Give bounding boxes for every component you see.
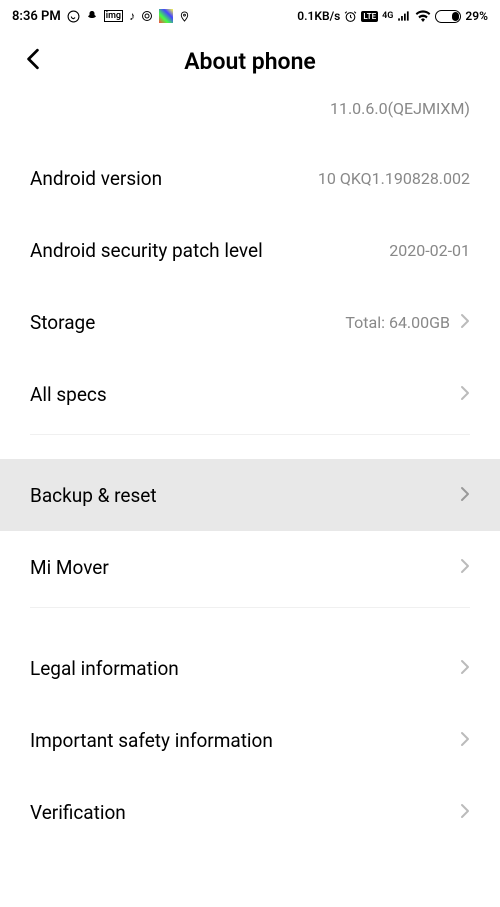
item-value: 2020-02-01	[389, 241, 470, 260]
chevron-right-icon	[460, 310, 470, 334]
backup-reset-item[interactable]: Backup & reset	[0, 459, 500, 531]
item-label: Important safety information	[30, 729, 273, 752]
data-speed: 0.1KB/s	[297, 9, 340, 23]
miui-version-subtitle: 11.0.6.0(QEJMIXM)	[0, 99, 500, 142]
battery-percent: 29%	[465, 9, 488, 23]
location-icon	[179, 10, 190, 23]
item-label: Backup & reset	[30, 484, 157, 507]
whatsapp-icon	[67, 10, 80, 23]
storage-item[interactable]: Storage Total: 64.00GB	[0, 286, 500, 358]
volte-icon: LTE	[361, 11, 378, 22]
item-value: Total: 64.00GB	[345, 313, 450, 332]
android-version-item[interactable]: Android version 10 QKQ1.190828.002	[0, 142, 500, 214]
img-icon: img	[104, 10, 123, 22]
item-label: Verification	[30, 801, 126, 824]
item-label: Mi Mover	[30, 556, 109, 579]
status-time: 8:36 PM	[12, 9, 61, 24]
item-right: Total: 64.00GB	[345, 310, 470, 334]
divider	[30, 607, 470, 608]
all-specs-item[interactable]: All specs	[0, 358, 500, 430]
signal-icon	[397, 10, 411, 22]
item-label: Legal information	[30, 657, 179, 680]
4g-icon: 4G	[382, 11, 393, 21]
alarm-icon	[344, 10, 357, 23]
item-label: Android version	[30, 167, 162, 190]
status-bar: 8:36 PM img ♪ 0.1KB/s LTE 4G 29%	[0, 0, 500, 32]
page-title: About phone	[20, 48, 480, 75]
verification-item[interactable]: Verification	[0, 776, 500, 848]
mi-mover-item[interactable]: Mi Mover	[0, 531, 500, 603]
legal-information-item[interactable]: Legal information	[0, 632, 500, 704]
app-icon	[159, 9, 173, 23]
back-button[interactable]	[24, 47, 42, 77]
divider	[30, 434, 470, 435]
snapchat-icon	[86, 10, 98, 22]
status-bar-left: 8:36 PM img ♪	[12, 9, 190, 24]
chevron-right-icon	[460, 656, 470, 680]
item-label: All specs	[30, 383, 107, 406]
security-patch-item[interactable]: Android security patch level 2020-02-01	[0, 214, 500, 286]
safety-information-item[interactable]: Important safety information	[0, 704, 500, 776]
chevron-right-icon	[460, 555, 470, 579]
item-value: 10 QKQ1.190828.002	[318, 169, 470, 188]
battery-icon	[435, 10, 461, 23]
chevron-right-icon	[460, 728, 470, 752]
item-label: Android security patch level	[30, 239, 263, 262]
chevron-right-icon	[460, 483, 470, 507]
wifi-icon	[415, 10, 431, 22]
music-icon: ♪	[129, 9, 135, 23]
chevron-right-icon	[460, 800, 470, 824]
chevron-right-icon	[460, 382, 470, 406]
status-bar-right: 0.1KB/s LTE 4G 29%	[297, 9, 488, 23]
item-label: Storage	[30, 311, 95, 334]
section-gap	[0, 612, 500, 632]
header: About phone	[0, 32, 500, 99]
target-icon	[141, 10, 153, 22]
section-gap	[0, 439, 500, 459]
